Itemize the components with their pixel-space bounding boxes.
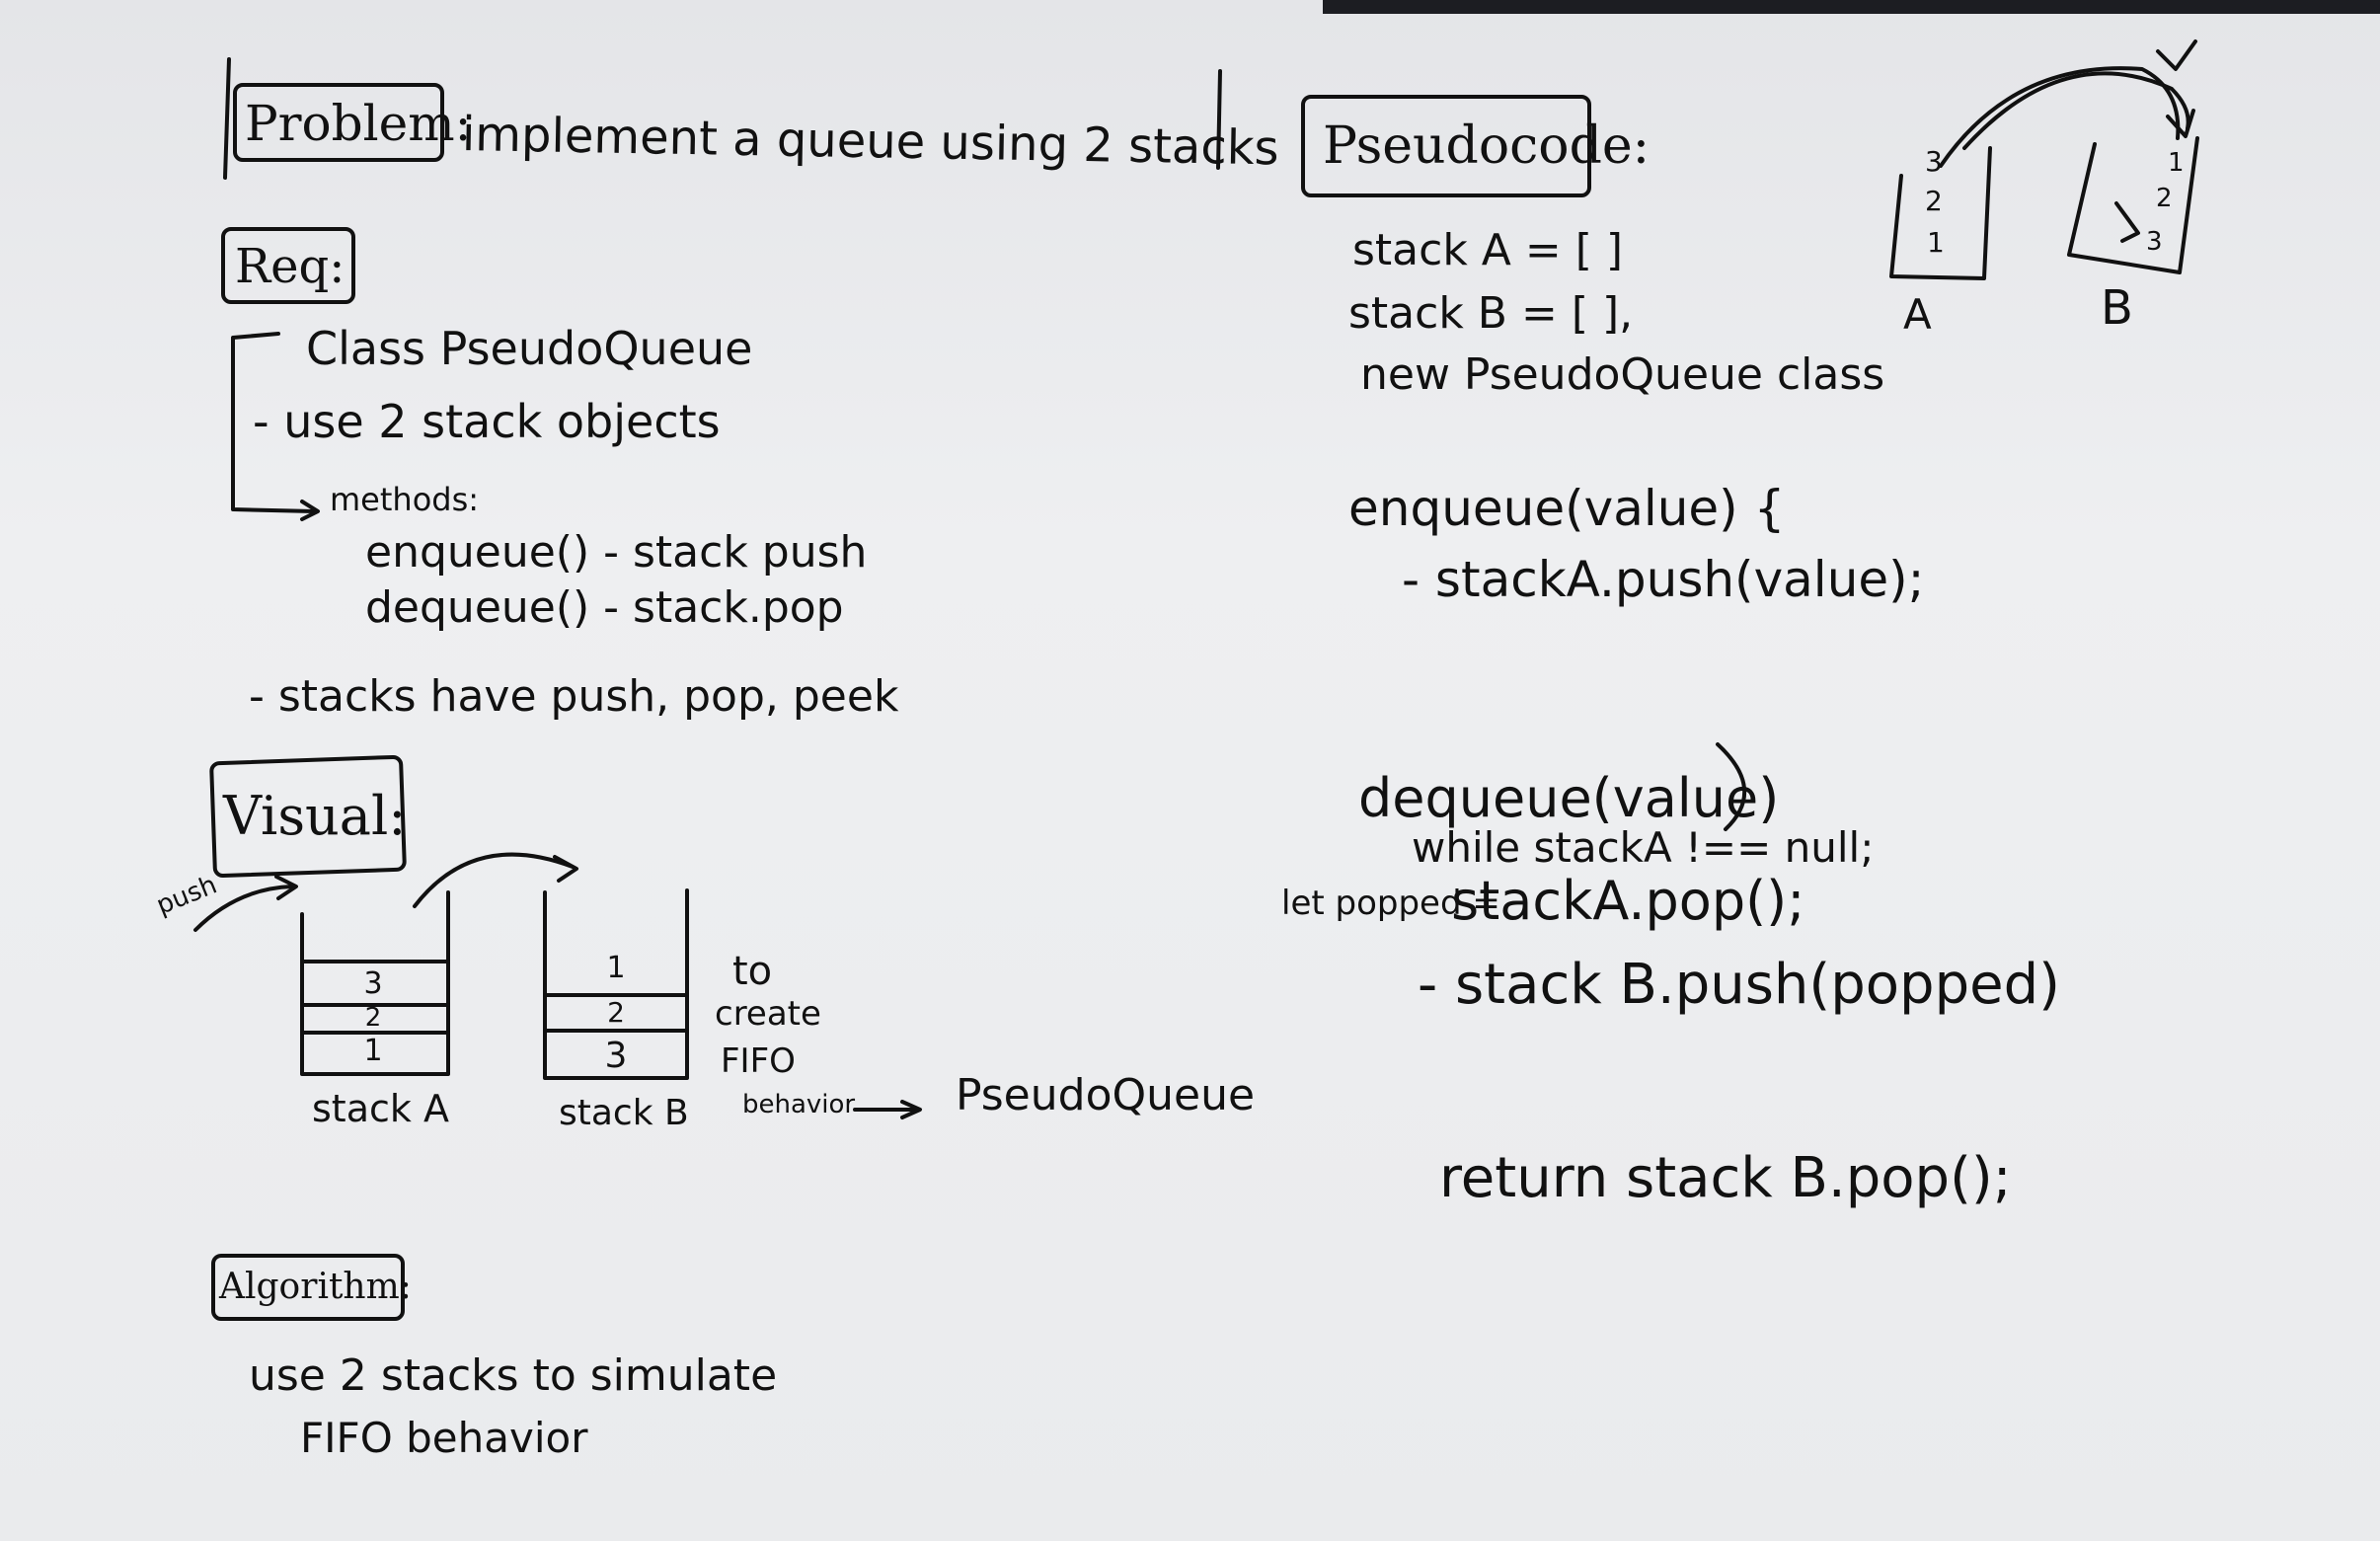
corner-stack-a-item: 2 bbox=[1925, 185, 1943, 217]
stack-a-label: stack A bbox=[312, 1087, 449, 1130]
stack-a-item: 3 bbox=[363, 966, 383, 1001]
pseudocode-while-line: while stackA !== null; bbox=[1412, 823, 1875, 872]
pseudocode-return-line: return stack B.pop(); bbox=[1439, 1146, 2012, 1210]
requirements-enqueue-line: enqueue() - stack push bbox=[365, 527, 868, 578]
requirements-dequeue-line: dequeue() - stack.pop bbox=[365, 582, 844, 633]
corner-arc-arrowhead bbox=[2166, 109, 2195, 138]
stack-b-item: 1 bbox=[606, 951, 626, 985]
pseudocode-dequeue-signature: dequeue(value) bbox=[1358, 767, 1780, 829]
algorithm-heading: Algorithm: bbox=[219, 1267, 412, 1307]
corner-stack-b-item: 2 bbox=[2156, 184, 2173, 213]
pseudocode-heading: Pseudocode: bbox=[1323, 116, 1651, 176]
transfer-arrowhead bbox=[553, 855, 578, 883]
transfer-arrow bbox=[413, 852, 575, 908]
whiteboard: Problem: implement a queue using 2 stack… bbox=[0, 0, 2380, 1541]
corner-stack-a-item: 3 bbox=[1925, 145, 1943, 178]
requirements-methods-heading: methods: bbox=[330, 481, 480, 518]
problem-text: implement a queue using 2 stacks bbox=[461, 107, 1280, 177]
pseudocode-enqueue-body: - stackA.push(value); bbox=[1402, 551, 1925, 608]
corner-stack-a-item: 1 bbox=[1927, 226, 1945, 259]
corner-stack-b-item: 1 bbox=[2168, 148, 2185, 178]
corner-arrow-1 bbox=[2114, 201, 2140, 243]
pseudocode-push-b: - stack B.push(popped) bbox=[1418, 953, 2060, 1017]
problem-heading: Problem: bbox=[245, 95, 472, 152]
stack-b-label: stack B bbox=[559, 1093, 689, 1133]
requirements-note: - stacks have push, pop, peek bbox=[249, 671, 899, 722]
algorithm-line1: use 2 stacks to simulate bbox=[249, 1350, 778, 1401]
pseudocode-stack-b: stack B = [ ], bbox=[1348, 288, 1634, 339]
algorithm-line2: FIFO behavior bbox=[300, 1414, 588, 1462]
requirements-stacks-line: - use 2 stack objects bbox=[253, 395, 721, 448]
problem-bracket bbox=[223, 57, 231, 180]
corner-arc-2 bbox=[1962, 71, 2190, 150]
visual-result: PseudoQueue bbox=[956, 1070, 1256, 1120]
stack-a-item: 2 bbox=[364, 1003, 382, 1033]
visual-heading: Visual: bbox=[223, 785, 407, 847]
pseudocode-enqueue-signature: enqueue(value) { bbox=[1348, 480, 1786, 537]
visual-caption-line: FIFO bbox=[721, 1041, 796, 1081]
pseudocode-pop-line: stackA.pop(); bbox=[1451, 870, 1805, 932]
visual-caption-line: to bbox=[732, 949, 773, 994]
requirements-class-line: Class PseudoQueue bbox=[306, 322, 753, 375]
visual-caption-line: behavior bbox=[742, 1090, 856, 1119]
stack-a-item: 1 bbox=[363, 1034, 383, 1068]
corner-stack-b-item: 3 bbox=[2146, 227, 2163, 257]
pseudocode-stack-a: stack A = [ ] bbox=[1352, 225, 1624, 275]
requirements-heading: Req: bbox=[235, 239, 345, 294]
stack-b-item: 3 bbox=[604, 1036, 628, 1076]
corner-stack-b-label: B bbox=[2101, 280, 2133, 336]
visual-caption-line: create bbox=[715, 994, 821, 1034]
corner-check bbox=[2156, 39, 2197, 71]
corner-stack-a-label: A bbox=[1903, 290, 1932, 339]
stack-b-item: 2 bbox=[607, 996, 625, 1029]
pseudocode-new-class: new PseudoQueue class bbox=[1360, 349, 1885, 400]
